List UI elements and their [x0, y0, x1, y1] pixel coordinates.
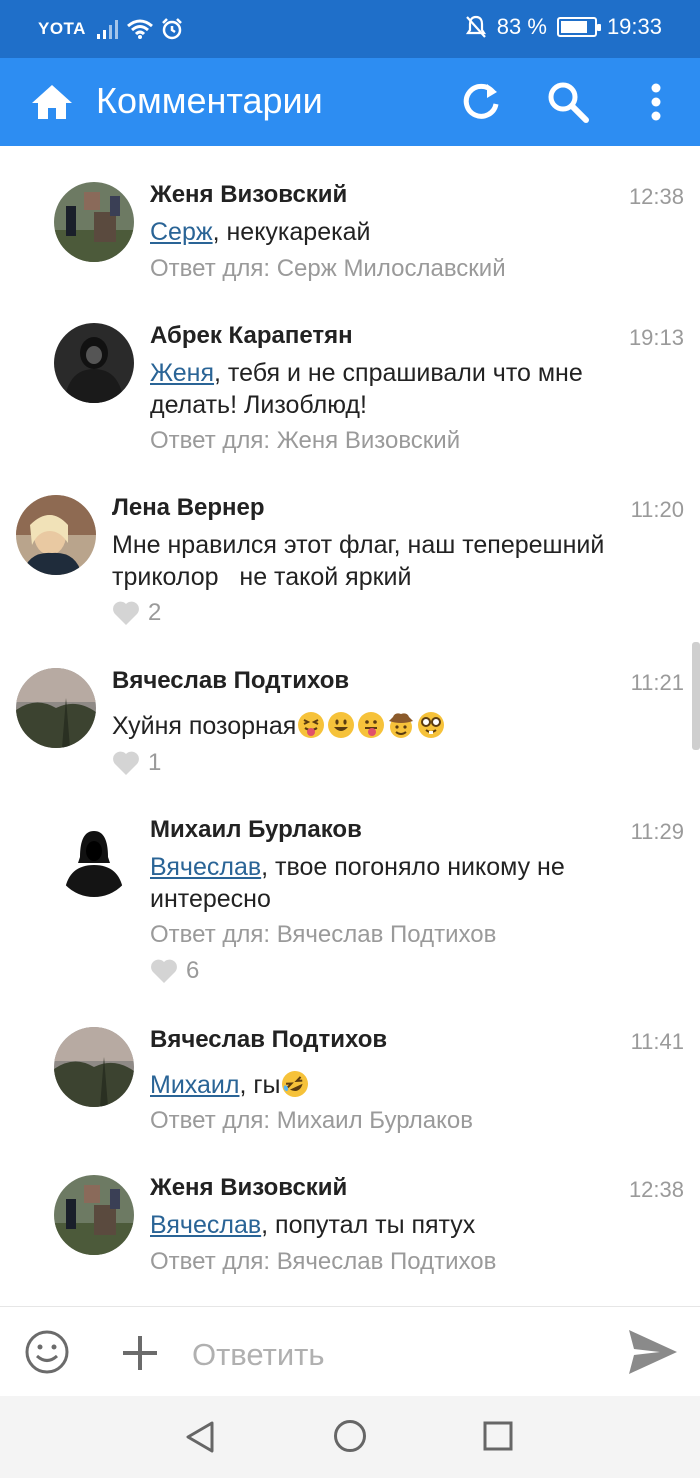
app-bar: Комментарии [0, 58, 700, 146]
mention-link[interactable]: Вячеслав [150, 853, 261, 881]
alarm-icon [162, 18, 182, 40]
signal-icon [97, 20, 118, 39]
notifications-off-icon [465, 15, 486, 38]
comment-time: 11:41 [630, 1029, 684, 1054]
status-bar: YOTA 83 % 19:33 [0, 0, 700, 58]
comment-text: Михаил, гы [150, 1069, 660, 1101]
avatar[interactable] [54, 323, 134, 403]
nerd-emoji [418, 712, 445, 738]
comment-time: 11:29 [630, 819, 684, 844]
refresh-icon[interactable] [457, 78, 505, 126]
comment-time: 19:13 [628, 325, 684, 350]
heart-icon[interactable] [112, 750, 140, 776]
comment-author[interactable]: Вячеслав Подтихов [150, 1026, 387, 1054]
home-icon[interactable] [28, 78, 76, 126]
status-time: 19:33 [606, 14, 662, 39]
comment-text: Мне нравился этот флаг, наш теперешний т… [112, 531, 612, 591]
comment-text: Хуйня позорная [112, 710, 660, 742]
squinting-tongue-emoji [298, 712, 325, 738]
search-icon[interactable] [544, 78, 592, 126]
reply-to-label[interactable]: Ответ для: Вячеслав Подтихов [150, 921, 496, 949]
tongue-emoji [358, 712, 385, 738]
send-icon[interactable] [626, 1325, 680, 1379]
reply-to-label[interactable]: Ответ для: Женя Визовский [150, 427, 460, 455]
like-count: 6 [186, 957, 200, 984]
rofl-emoji [282, 1071, 309, 1097]
comment-time: 12:38 [628, 1177, 684, 1202]
add-icon[interactable] [120, 1333, 160, 1373]
comment-author[interactable]: Женя Визовский [150, 181, 347, 209]
mention-link[interactable]: Серж [150, 218, 213, 246]
comment-author[interactable]: Женя Визовский [150, 1174, 347, 1202]
system-nav-bar [0, 1396, 700, 1478]
reply-to-label[interactable]: Ответ для: Михаил Бурлаков [150, 1107, 473, 1135]
like-counter[interactable]: 1 [112, 749, 161, 777]
comment-text: Вячеслав, твое погоняло никому не интере… [150, 853, 565, 913]
battery-icon [556, 17, 601, 37]
avatar[interactable] [54, 1175, 134, 1255]
like-counter[interactable]: 2 [112, 599, 161, 627]
mention-link[interactable]: Михаил [150, 1071, 239, 1099]
avatar[interactable] [54, 182, 134, 262]
avatar[interactable] [16, 495, 96, 575]
page-title: Комментарии [96, 80, 323, 121]
recents-icon[interactable] [482, 1420, 514, 1452]
like-count: 2 [148, 599, 162, 626]
avatar[interactable] [16, 668, 96, 748]
reply-to-label[interactable]: Ответ для: Вячеслав Подтихов [150, 1248, 496, 1276]
heart-icon[interactable] [150, 958, 178, 984]
scrollbar[interactable] [692, 642, 700, 750]
comment-author[interactable]: Абрек Карапетян [150, 322, 353, 350]
grinning-emoji [328, 712, 355, 738]
more-vert-icon[interactable] [632, 78, 680, 126]
avatar[interactable] [54, 1027, 134, 1107]
reply-input[interactable]: Ответить [192, 1337, 325, 1373]
avatar[interactable] [54, 817, 134, 897]
comment-text: Женя, тебя и не спрашивали что мне делат… [150, 359, 583, 419]
reply-to-label[interactable]: Ответ для: Серж Милославский [150, 255, 506, 283]
back-icon[interactable] [184, 1420, 218, 1454]
cowboy-emoji [389, 713, 414, 738]
comment-time: 11:21 [630, 670, 684, 695]
comment-time: 11:20 [630, 497, 684, 522]
wifi-icon [127, 19, 153, 39]
like-counter[interactable]: 6 [150, 957, 199, 985]
comment-text: Вячеслав, попутал ты пятух [150, 1211, 476, 1239]
heart-icon[interactable] [112, 600, 140, 626]
comment-time: 12:38 [628, 184, 684, 209]
home-circle-icon[interactable] [333, 1419, 367, 1453]
comment-text: Серж, некукарекай [150, 218, 371, 246]
mention-link[interactable]: Вячеслав [150, 1211, 261, 1239]
comment-list[interactable]: Женя Визовский 12:38 Серж, некукарекай О… [0, 146, 700, 1306]
battery-percent: 83 % [496, 14, 547, 39]
comment-author[interactable]: Вячеслав Подтихов [112, 667, 349, 695]
carrier-name: YOTA [38, 19, 86, 38]
comment-author[interactable]: Михаил Бурлаков [150, 816, 362, 844]
mention-link[interactable]: Женя [150, 359, 214, 387]
emoji-icon[interactable] [24, 1329, 70, 1375]
like-count: 1 [148, 749, 162, 776]
comment-author[interactable]: Лена Вернер [112, 494, 265, 522]
reply-composer: Ответить [0, 1306, 700, 1396]
